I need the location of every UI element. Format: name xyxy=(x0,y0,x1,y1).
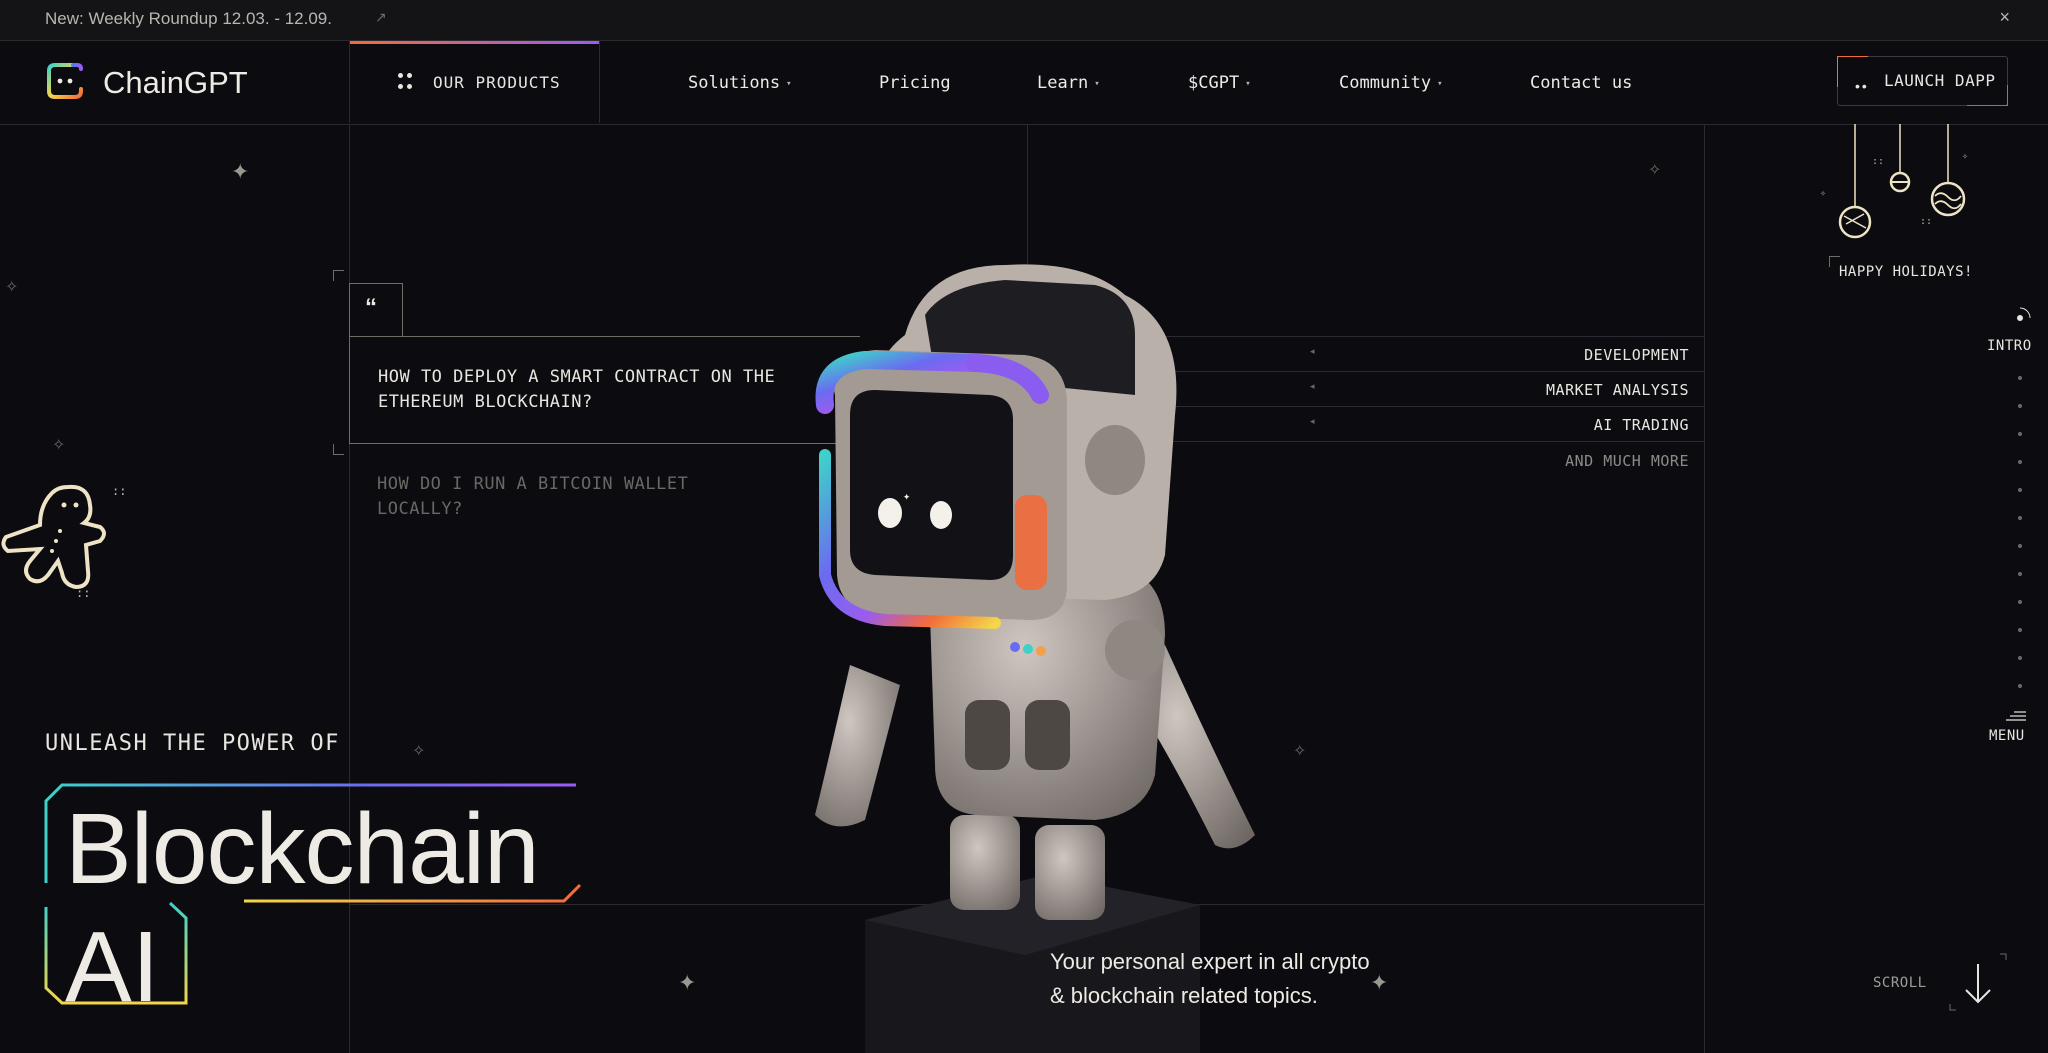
ornament-icon: :: ✧ ✧ :: xyxy=(1820,124,1968,239)
close-icon[interactable]: × xyxy=(1999,7,2010,28)
section-dot[interactable] xyxy=(2018,488,2022,492)
section-dot[interactable] xyxy=(2018,376,2022,380)
section-dot[interactable] xyxy=(2018,684,2022,688)
sparkle-icon: ✦ xyxy=(678,970,697,995)
quote-icon: “ xyxy=(365,294,377,321)
section-dot[interactable] xyxy=(2018,600,2022,604)
svg-text:✦: ✦ xyxy=(903,489,910,503)
svg-text:✧: ✧ xyxy=(1962,151,1968,162)
logo-icon[interactable] xyxy=(45,61,85,101)
nav-community[interactable]: Community ▾ xyxy=(1339,73,1443,93)
chevron-down-icon: ▾ xyxy=(786,79,792,89)
section-dot[interactable] xyxy=(2018,628,2022,632)
holiday-banner: HAPPY HOLIDAYS! xyxy=(1829,256,1977,286)
sparkle-icon: ✦ xyxy=(1370,970,1389,995)
nav-learn[interactable]: Learn ▾ xyxy=(1037,73,1100,93)
menu-icon[interactable] xyxy=(2006,710,2026,722)
announcement-link[interactable]: New: Weekly Roundup 12.03. - 12.09. xyxy=(45,9,332,29)
launch-dapp-button[interactable]: •• LAUNCH DAPP xyxy=(1837,56,2008,106)
bracket-corner xyxy=(333,444,344,455)
prompt-active-text: HOW TO DEPLOY A SMART CONTRACT ON THE ET… xyxy=(378,367,776,412)
section-dot[interactable] xyxy=(2018,432,2022,436)
robot-illustration: ✦ xyxy=(815,264,1255,1053)
products-accent-bar xyxy=(350,41,599,44)
sparkle-icon: ✧ xyxy=(5,279,19,296)
chevron-left-icon: ◂ xyxy=(1310,346,1315,356)
hero-tagline: Your personal expert in all crypto & blo… xyxy=(1050,945,1370,1013)
sparkle-icon: ✧ xyxy=(52,437,66,454)
sparkle-icon: ✦ xyxy=(231,159,250,184)
nav-contact[interactable]: Contact us xyxy=(1530,73,1632,93)
launch-dapp-label: LAUNCH DAPP xyxy=(1884,71,1996,90)
scroll-label[interactable]: SCROLL xyxy=(1873,975,1927,991)
chevron-left-icon: ◂ xyxy=(1310,416,1315,426)
sparkle-icon: ✧ xyxy=(412,743,426,760)
svg-text:::: :: xyxy=(1872,156,1884,167)
tags-more-text: AND MUCH MORE xyxy=(1565,452,1689,470)
section-dot[interactable] xyxy=(2018,404,2022,408)
dots-icon: •• xyxy=(1855,78,1869,94)
bracket-corner xyxy=(333,270,344,281)
holiday-text: HAPPY HOLIDAYS! xyxy=(1839,264,1973,280)
gingerbread-icon: :: :: xyxy=(1,484,125,600)
headline-line-2: AI xyxy=(65,911,160,1023)
sparkle-icon: ✧ xyxy=(1648,162,1662,179)
tagline-line-1: Your personal expert in all crypto xyxy=(1050,949,1370,974)
svg-text:::: :: xyxy=(1920,216,1932,227)
main-navigation: ChainGPT OUR PRODUCTS Solutions ▾ Pricing… xyxy=(0,41,2048,125)
sparkle-icon: ✧ xyxy=(1293,743,1307,760)
chevron-down-icon: ▾ xyxy=(1437,79,1443,89)
section-dot[interactable] xyxy=(2018,656,2022,660)
nav-cgpt[interactable]: $CGPT ▾ xyxy=(1188,73,1251,93)
section-intro-label[interactable]: INTRO xyxy=(1987,338,2032,354)
external-arrow-icon[interactable]: ↗ xyxy=(375,9,387,26)
prompt-next-text[interactable]: HOW DO I RUN A BITCOIN WALLET LOCALLY? xyxy=(377,472,737,522)
headline-line-1: Blockchain xyxy=(65,793,540,905)
announcement-bar: New: Weekly Roundup 12.03. - 12.09. ↗ × xyxy=(0,0,2048,41)
grid-dots-icon xyxy=(398,73,414,91)
chevron-down-icon: ▾ xyxy=(1245,79,1251,89)
chevron-left-icon: ◂ xyxy=(1310,381,1315,391)
svg-text:::: :: xyxy=(112,484,125,498)
svg-text:::: :: xyxy=(76,586,90,600)
quote-tab: “ xyxy=(349,283,403,337)
scroll-down-arrow-icon[interactable] xyxy=(1948,952,2008,1012)
tagline-line-2: & blockchain related topics. xyxy=(1050,983,1318,1008)
prompt-card[interactable]: HOW TO DEPLOY A SMART CONTRACT ON THE ET… xyxy=(349,336,860,444)
chevron-down-icon: ▾ xyxy=(1094,79,1100,89)
our-products-button[interactable]: OUR PRODUCTS xyxy=(349,41,600,123)
section-dot[interactable] xyxy=(2018,572,2022,576)
hero-eyebrow: UNLEASH THE POWER OF xyxy=(45,731,340,756)
tag-label: MARKET ANALYSIS xyxy=(1546,381,1689,399)
nav-solutions[interactable]: Solutions ▾ xyxy=(688,73,792,93)
svg-text:✧: ✧ xyxy=(1820,188,1826,199)
grid-line xyxy=(1704,124,1705,1053)
section-dot[interactable] xyxy=(2018,460,2022,464)
active-section-indicator xyxy=(2017,307,2031,321)
our-products-label: OUR PRODUCTS xyxy=(433,73,561,92)
section-dot[interactable] xyxy=(2018,516,2022,520)
menu-label[interactable]: MENU xyxy=(1989,728,2025,744)
nav-pricing[interactable]: Pricing xyxy=(879,73,951,93)
tag-label: DEVELOPMENT xyxy=(1584,346,1689,364)
tag-label: AI TRADING xyxy=(1593,416,1689,434)
brand-name[interactable]: ChainGPT xyxy=(103,65,248,101)
section-dot[interactable] xyxy=(2018,544,2022,548)
